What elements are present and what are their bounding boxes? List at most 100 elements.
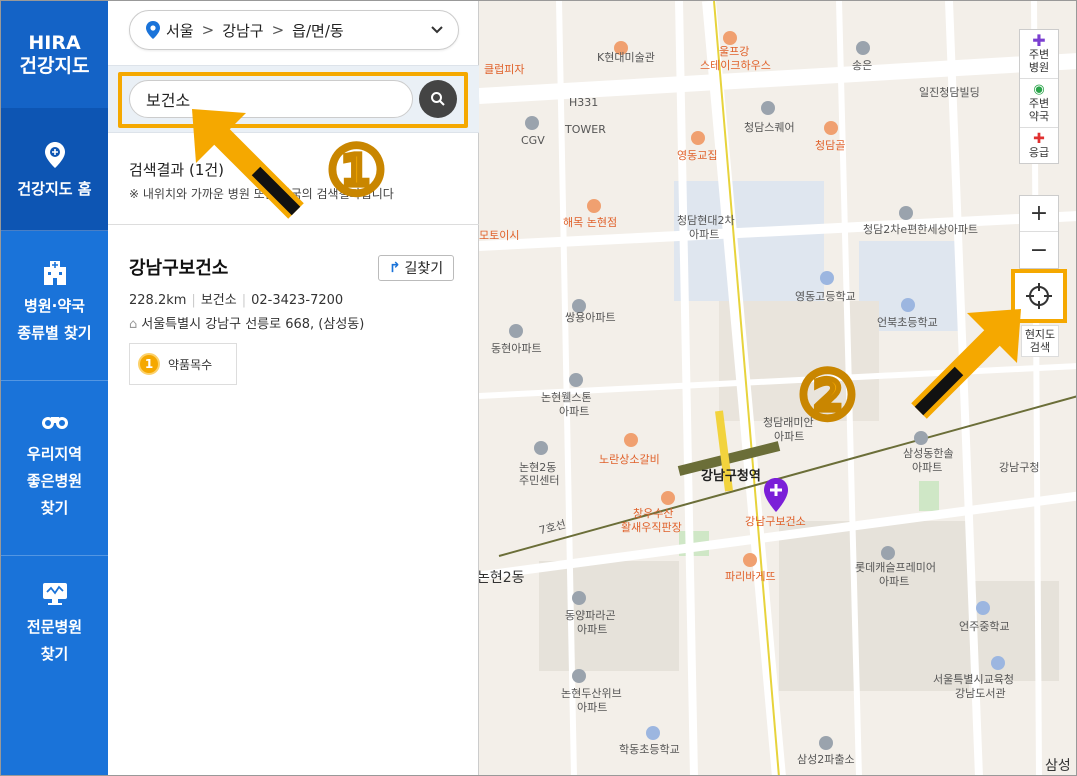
map-label: 활새우직판장 <box>621 521 682 534</box>
map-label: H331 <box>569 96 599 109</box>
poi-marker[interactable] <box>525 116 539 130</box>
tag-number: 1 <box>138 353 160 375</box>
turn-arrow-icon: ↱ <box>388 260 401 276</box>
emergency-icon: ✚ <box>1033 131 1045 147</box>
nav-item-home[interactable]: 건강지도 홈 <box>1 108 108 231</box>
map-view[interactable]: 클럽피자 K현대미술관 울프강 스테이크하우스 송은 H331 TOWER CG… <box>479 1 1076 775</box>
nearby-pharmacy-line2: 약국 <box>1028 110 1050 123</box>
poi-marker[interactable] <box>824 121 838 135</box>
poi-marker[interactable] <box>572 591 586 605</box>
poi-marker[interactable] <box>881 546 895 560</box>
emergency-button[interactable]: ✚ 응급 <box>1020 128 1058 163</box>
nav-item-specialty[interactable]: 전문병원 찾기 <box>1 556 108 706</box>
nav-item-good-hospital[interactable]: 우리지역 좋은병원 찾기 <box>1 381 108 556</box>
poi-marker[interactable] <box>691 131 705 145</box>
region-selector[interactable]: 서울 > 강남구 > 읍/면/동 <box>129 10 459 50</box>
logo-line1: HIRA <box>28 31 81 54</box>
location-pin-icon <box>146 21 160 39</box>
logo[interactable]: HIRA 건강지도 <box>1 1 108 108</box>
map-label: 아파트 <box>577 701 608 714</box>
map-label: 송은 <box>852 59 873 72</box>
logo-line2: 건강지도 <box>19 54 90 77</box>
map-label: 아파트 <box>879 575 910 588</box>
nearby-pharmacy-button[interactable]: ◉ 주변 약국 <box>1020 79 1058 128</box>
hospital-building-icon <box>43 261 66 285</box>
map-label: K현대미술관 <box>597 51 655 64</box>
result-item-name[interactable]: 강남구보건소 <box>129 254 228 280</box>
nearby-hospital-line1: 주변 <box>1028 48 1050 61</box>
map-label: TOWER <box>565 123 606 136</box>
poi-marker[interactable] <box>856 41 870 55</box>
health-center-label[interactable]: 강남구보건소 <box>745 515 806 529</box>
map-label: 아파트 <box>912 461 943 474</box>
nearby-controls: ✚ 주변 병원 ◉ 주변 약국 ✚ 응급 <box>1019 29 1059 164</box>
address-text: 서울특별시 강남구 선릉로 668, (삼성동) <box>141 317 365 332</box>
map-label: 논현웰스톤 <box>541 391 592 404</box>
poi-marker[interactable] <box>534 441 548 455</box>
poi-marker[interactable] <box>743 553 757 567</box>
poi-marker[interactable] <box>624 433 638 447</box>
map-label: 강남구청 <box>999 461 1040 474</box>
zoom-controls: + − <box>1019 195 1059 269</box>
poi-marker[interactable] <box>723 31 737 45</box>
directions-button[interactable]: ↱ 길찾기 <box>378 255 454 281</box>
map-label: 서울특별시교육청 <box>933 673 1014 686</box>
facility-type: 보건소 <box>200 293 237 308</box>
map-label: 아파트 <box>577 623 608 636</box>
map-label: 창우수산 <box>633 507 674 520</box>
nav-item-type-line2: 종류별 찾기 <box>17 324 92 342</box>
emergency-label: 응급 <box>1028 146 1050 159</box>
poi-marker[interactable] <box>509 324 523 338</box>
zoom-in-button[interactable]: + <box>1020 196 1058 232</box>
poi-marker[interactable] <box>819 736 833 750</box>
binoculars-icon <box>41 417 68 429</box>
poi-marker[interactable] <box>899 206 913 220</box>
poi-marker[interactable] <box>820 271 834 285</box>
map-label: 주민센터 <box>519 474 560 487</box>
chevron-down-icon[interactable] <box>430 23 444 37</box>
poi-marker[interactable] <box>646 726 660 740</box>
map-label: 삼성2파출소 <box>797 753 855 766</box>
map-label: 롯데캐슬프레미어 <box>855 561 936 574</box>
region-dong[interactable]: 읍/면/동 <box>292 20 344 41</box>
zoom-out-button[interactable]: − <box>1020 232 1058 268</box>
map-label: 해목 논현점 <box>563 216 618 229</box>
tag-label: 약품목수 <box>168 357 213 372</box>
health-center-marker-icon[interactable] <box>763 478 789 512</box>
map-label: 동현아파트 <box>491 342 542 355</box>
result-item-address: ⌂ 서울특별시 강남구 선릉로 668, (삼성동) <box>129 313 364 332</box>
map-label: 학동초등학교 <box>619 743 680 756</box>
location-pin-icon <box>44 142 65 168</box>
poi-marker[interactable] <box>991 656 1005 670</box>
map-label: CGV <box>521 134 545 147</box>
nav-item-type-search[interactable]: 병원·약국 종류별 찾기 <box>1 231 108 381</box>
map-label: 논현두산위브 <box>561 687 622 700</box>
nav-item-good-line1: 우리지역 <box>26 445 83 463</box>
tutorial-arrow-2 <box>911 309 1021 419</box>
poi-marker[interactable] <box>572 669 586 683</box>
nearby-hospital-button[interactable]: ✚ 주변 병원 <box>1020 30 1058 79</box>
region-sigungu[interactable]: 강남구 <box>222 20 263 41</box>
nav-item-good-line3: 찾기 <box>40 499 69 517</box>
locate-label-line1: 현지도 <box>1024 328 1056 341</box>
nav-item-home-label: 건강지도 홈 <box>17 180 92 198</box>
map-label: 동양파라곤 <box>565 609 616 622</box>
poi-marker[interactable] <box>761 101 775 115</box>
map-label: 아파트 <box>559 405 590 418</box>
map-label: 청담현대2차 <box>677 214 735 227</box>
poi-marker[interactable] <box>976 601 990 615</box>
station-label: 강남구청역 <box>701 469 761 484</box>
poi-marker[interactable] <box>914 431 928 445</box>
plus-icon: ✚ <box>1032 31 1046 50</box>
poi-marker[interactable] <box>587 199 601 213</box>
region-sido[interactable]: 서울 <box>166 20 194 41</box>
map-label: 삼성동한솔 <box>903 447 954 460</box>
result-item-meta: 228.2km | 보건소 | 02-3423-7200 <box>129 293 344 308</box>
poi-marker[interactable] <box>661 491 675 505</box>
map-label: 삼성 <box>1045 758 1071 774</box>
poi-marker[interactable] <box>569 373 583 387</box>
home-icon: ⌂ <box>129 317 138 332</box>
distance: 228.2km <box>129 293 187 308</box>
nav-item-specialty-line1: 전문병원 <box>26 618 83 636</box>
medicine-count-tag[interactable]: 1 약품목수 <box>129 343 237 385</box>
